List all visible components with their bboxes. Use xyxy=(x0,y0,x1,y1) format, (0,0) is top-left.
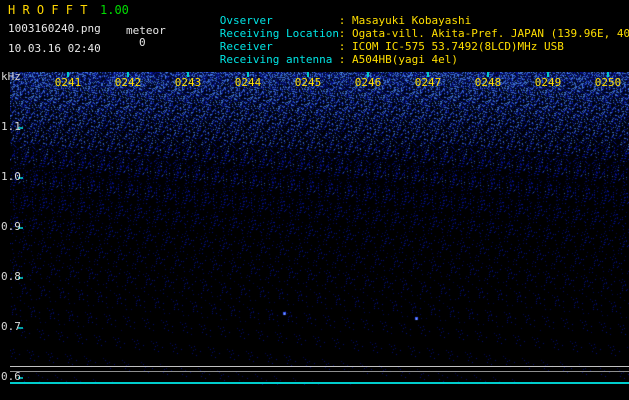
baseline-line-middle xyxy=(10,371,629,372)
antenna-value: : A504HB(yagi 4el) xyxy=(338,53,458,66)
time-label-0243: 0243 xyxy=(174,76,202,89)
output-filename: 1003160240.png xyxy=(8,22,101,35)
observer-info-block: Ovserver : Masayuki Kobayashi Receiving L… xyxy=(180,3,629,66)
meteor-count-label: meteor xyxy=(126,24,166,37)
location-value: : Ogata-vill. Akita-Pref. JAPAN (139.96E… xyxy=(338,27,629,40)
time-label-0244: 0244 xyxy=(234,76,262,89)
time-label-0250: 0250 xyxy=(594,76,622,89)
antenna-label: Receiving antenna xyxy=(219,53,333,66)
time-label-0242: 0242 xyxy=(114,76,142,89)
receiver-label: Receiver xyxy=(219,40,273,53)
time-label-0246: 0246 xyxy=(354,76,382,89)
spectrogram-canvas xyxy=(10,72,629,385)
freq-label-0.7: 0.7 xyxy=(1,320,21,333)
observer-label: Ovserver xyxy=(219,14,273,27)
time-label-0245: 0245 xyxy=(294,76,322,89)
time-label-0241: 0241 xyxy=(54,76,82,89)
baseline-line-bottom xyxy=(10,382,629,384)
location-label: Receiving Location xyxy=(219,27,339,40)
observation-datetime: 10.03.16 02:40 xyxy=(8,42,101,55)
freq-label-1.1: 1.1 xyxy=(1,120,21,133)
app-version: 1.00 xyxy=(100,3,129,17)
observer-value: : Masayuki Kobayashi xyxy=(338,14,472,27)
y-axis-unit-khz: kHz xyxy=(1,70,21,83)
freq-label-0.9: 0.9 xyxy=(1,220,21,233)
time-label-0249: 0249 xyxy=(534,76,562,89)
app-title: H R O F F T xyxy=(8,3,88,17)
hrofft-screen: H R O F F T 1.00 1003160240.png meteor 0… xyxy=(0,0,629,400)
meteor-count-value: 0 xyxy=(139,36,146,49)
receiver-value: : ICOM IC-575 53.7492(8LCD)MHz USB xyxy=(338,40,564,53)
freq-label-1.0: 1.0 xyxy=(1,170,21,183)
freq-label-0.8: 0.8 xyxy=(1,270,21,283)
time-label-0248: 0248 xyxy=(474,76,502,89)
baseline-line-top xyxy=(10,366,629,367)
time-label-0247: 0247 xyxy=(414,76,442,89)
info-row-observer: Ovserver : Masayuki Kobayashi xyxy=(180,3,629,27)
